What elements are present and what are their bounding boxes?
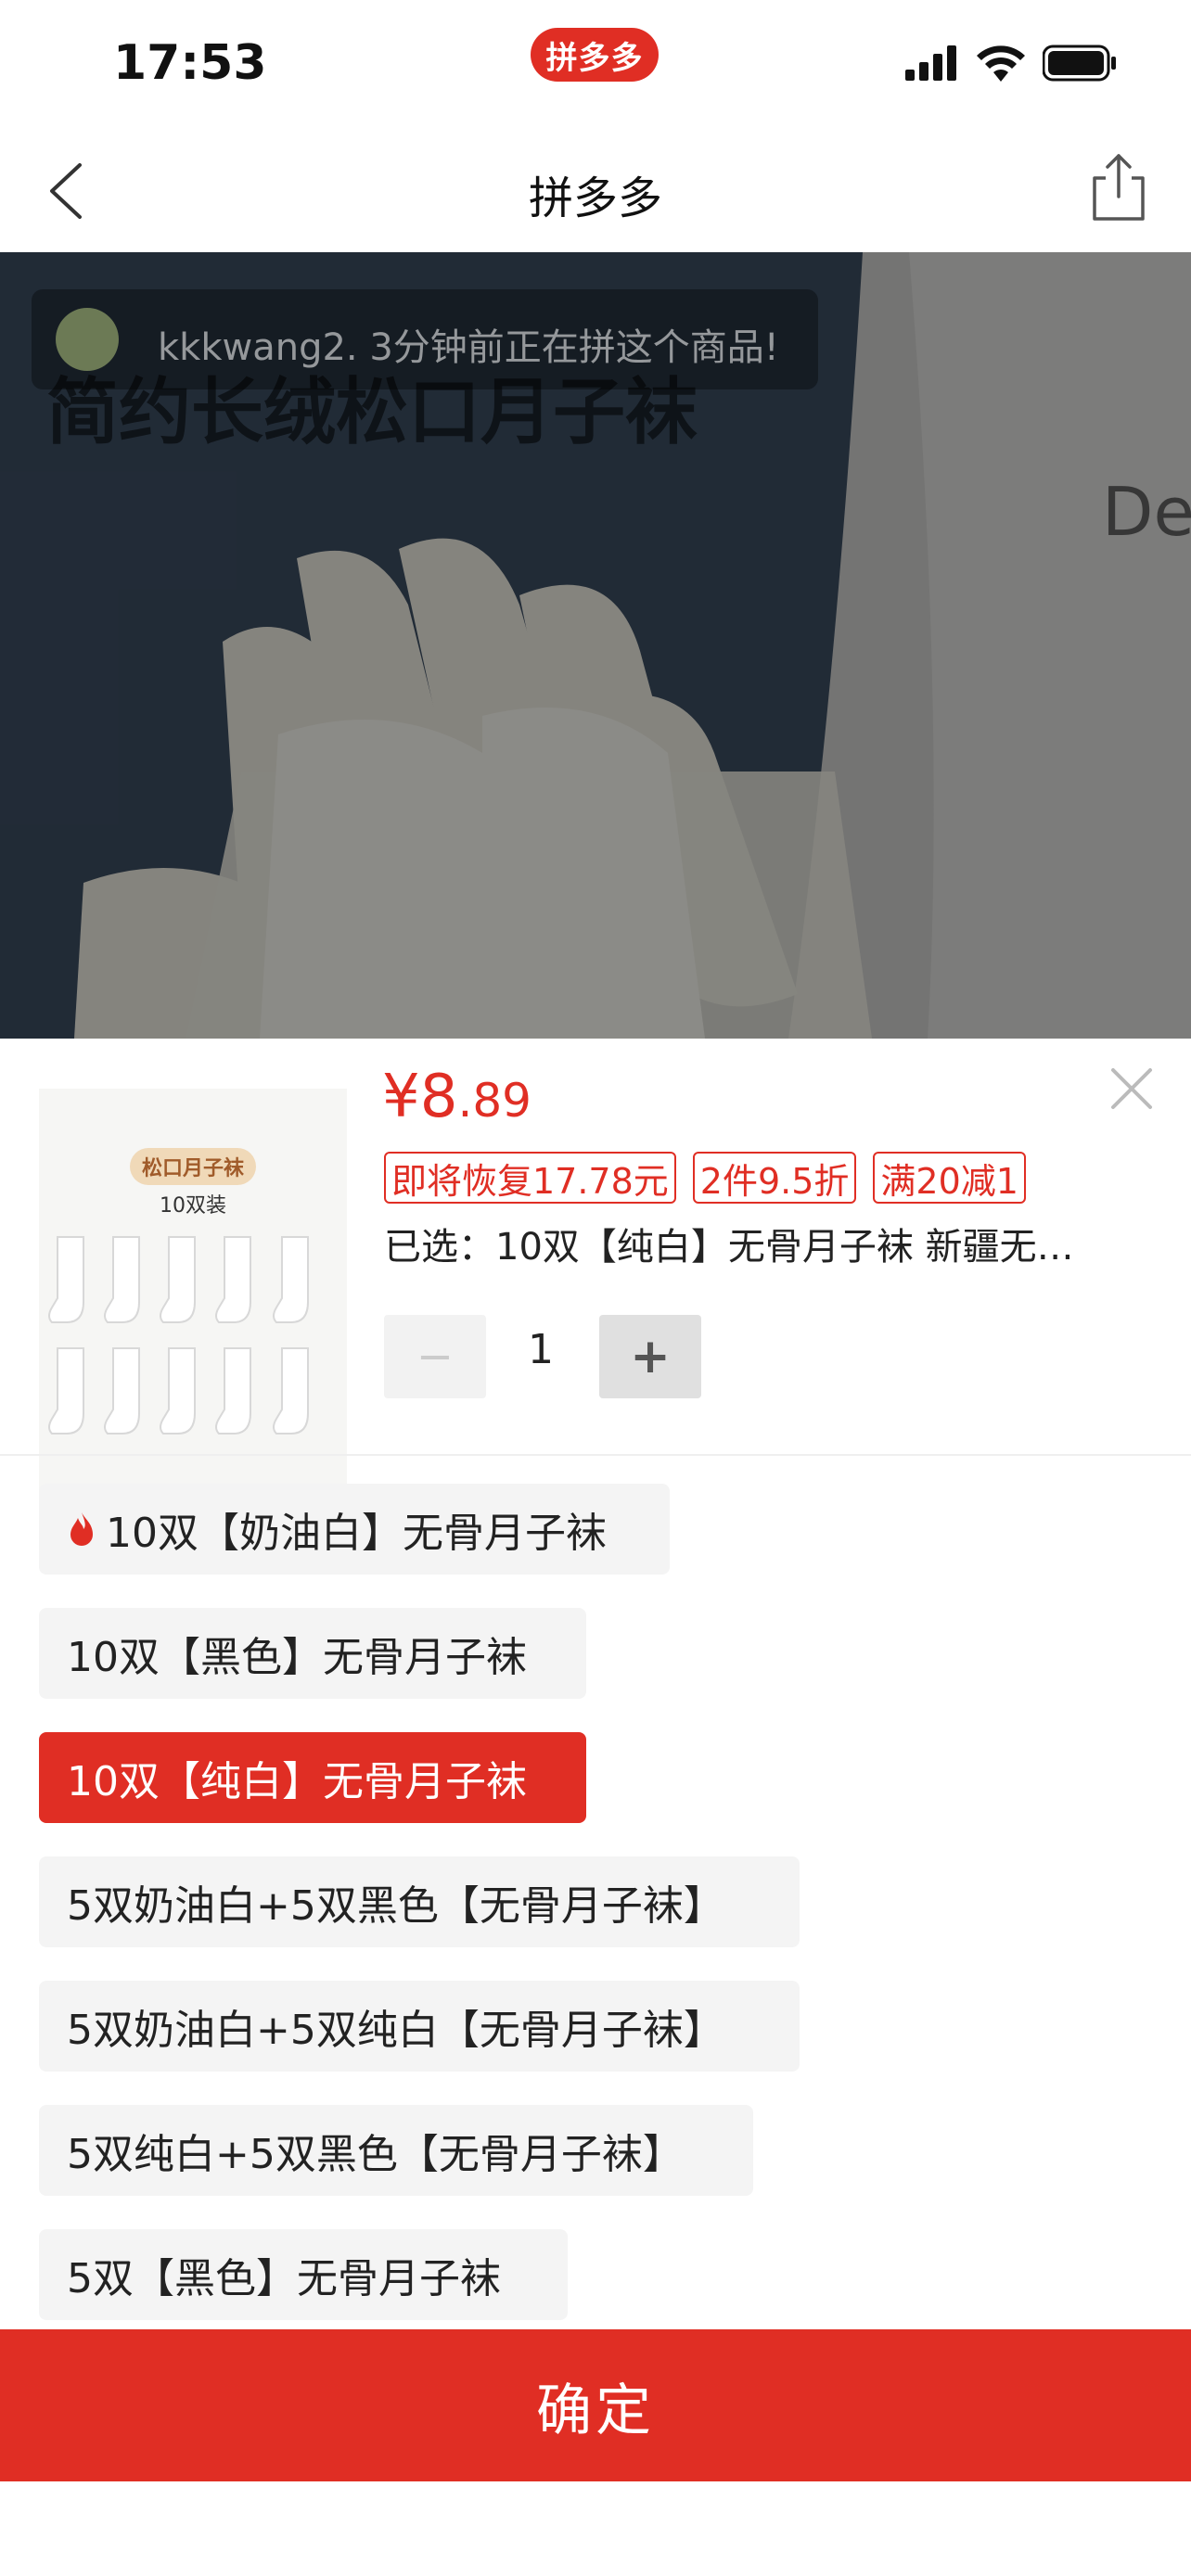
sku-option-label: 10双【黑色】无骨月子袜 <box>67 1634 527 1681</box>
divider <box>0 1454 1191 1456</box>
status-time: 17:53 <box>113 35 267 91</box>
sku-option[interactable]: 5双奶油白+5双纯白【无骨月子袜】 <box>39 1981 800 2072</box>
sku-option[interactable]: 5双纯白+5双黑色【无骨月子袜】 <box>39 2105 753 2196</box>
close-icon[interactable] <box>1108 1065 1156 1113</box>
sku-option-label: 10双【纯白】无骨月子袜 <box>67 1758 527 1805</box>
sku-option[interactable]: 5双奶油白+5双黑色【无骨月子袜】 <box>39 1856 800 1947</box>
share-icon[interactable] <box>1089 152 1148 223</box>
sku-option[interactable]: 10双【奶油白】无骨月子袜 <box>39 1484 670 1575</box>
selected-sku-text: 已选：10双【纯白】无骨月子袜 新疆无… <box>384 1226 1074 1269</box>
page-title: 拼多多 <box>528 172 662 224</box>
sku-option-label: 10双【奶油白】无骨月子袜 <box>106 1510 607 1557</box>
confirm-button[interactable]: 确定 <box>0 2329 1191 2481</box>
quantity-decrease-button[interactable]: − <box>384 1315 486 1398</box>
app-pill[interactable]: 拼多多 <box>531 28 659 82</box>
brand-text: De <box>1102 473 1191 551</box>
product-hero-image: 简约长绒松口月子袜 De kkkwang2. 3分钟前正在拼这个商品! <box>0 252 1191 1039</box>
sku-option-label: 5双纯白+5双黑色【无骨月子袜】 <box>67 2131 684 2178</box>
promo-tag: 即将恢复17.78元 <box>384 1152 676 1204</box>
price-integer: 8 <box>419 1063 458 1131</box>
promo-tags: 即将恢复17.78元 2件9.5折 满20减1 <box>384 1152 1026 1204</box>
sku-option[interactable]: 5双【黑色】无骨月子袜 <box>39 2229 568 2320</box>
battery-icon <box>1043 45 1116 82</box>
avatar <box>56 308 119 371</box>
promo-tag: 2件9.5折 <box>692 1152 857 1204</box>
status-icons <box>905 45 1117 82</box>
sku-option[interactable]: 10双【黑色】无骨月子袜 <box>39 1608 586 1699</box>
group-buy-toast: kkkwang2. 3分钟前正在拼这个商品! <box>32 289 818 389</box>
sku-option-selected[interactable]: 10双【纯白】无骨月子袜 <box>39 1732 586 1823</box>
nav-bar: 拼多多 <box>0 130 1191 252</box>
flame-icon <box>70 1512 93 1546</box>
price-decimal: .89 <box>457 1074 531 1128</box>
promo-tag: 满20减1 <box>873 1152 1026 1204</box>
sku-option-label: 5双奶油白+5双纯白【无骨月子袜】 <box>67 2007 724 2054</box>
status-bar: 17:53 拼多多 <box>0 0 1191 130</box>
sku-option-label: 5双奶油白+5双黑色【无骨月子袜】 <box>67 1882 724 1930</box>
home-indicator-area <box>0 2481 1191 2576</box>
signal-icon <box>905 45 956 81</box>
toast-text: kkkwang2. 3分钟前正在拼这个商品! <box>158 326 779 369</box>
price: ¥8.89 <box>382 1063 531 1131</box>
wifi-icon <box>977 45 1025 82</box>
currency-symbol: ¥ <box>382 1063 420 1131</box>
sku-option-label: 5双【黑色】无骨月子袜 <box>67 2255 501 2302</box>
quantity-value[interactable]: 1 <box>508 1326 573 1373</box>
quantity-increase-button[interactable]: + <box>599 1315 701 1398</box>
socks-thumbnail-icon <box>48 1236 309 1435</box>
product-thumbnail[interactable]: 松口月子袜 10双装 <box>39 1089 347 1500</box>
